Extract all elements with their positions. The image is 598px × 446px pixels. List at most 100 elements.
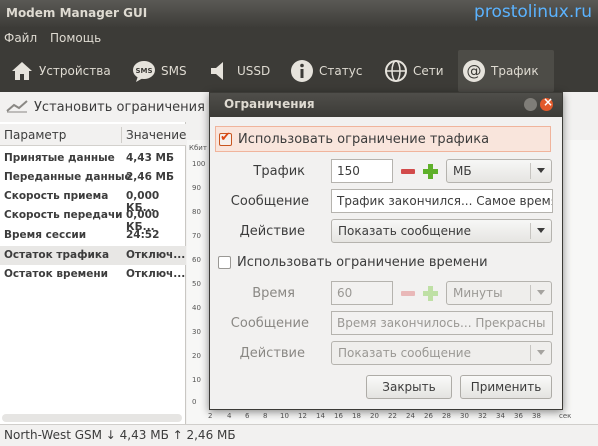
graph-x-tick: 8 [263,412,268,420]
row-param: Принятые данные [4,152,115,164]
traffic-action-select[interactable]: Показать сообщение [331,219,552,243]
time-action-select[interactable]: Показать сообщение [331,341,552,365]
select-separator [530,345,531,361]
status-text: North-West GSM ↓ 4,43 МБ ↑ 2,46 МБ [4,428,236,442]
table-row[interactable]: Время сессии 24:52 [0,226,186,245]
tab-ussd[interactable]: USSD [204,50,274,92]
graph-y-tick: 70 [192,232,201,240]
traffic-amount-field[interactable]: 150 [331,159,393,183]
graph-y-tick: 100 [192,160,206,168]
graph-x-tick: 32 [478,412,487,420]
row-param: Скорость передачи [4,209,123,221]
graph-y-tick: 10 [192,376,201,384]
chevron-down-icon [537,168,545,173]
graph-x-tick: 24 [406,412,415,420]
select-separator [530,285,531,301]
table-header: Параметр Значение [0,124,186,146]
tab-sms[interactable]: SMS SMS [128,50,191,92]
tab-traffic[interactable]: @ Трафик [458,50,554,92]
traffic-message-field[interactable]: Трафик закончился... Самое время [331,189,553,213]
minus-icon [401,168,415,174]
window-titlebar: Modem Manager GUI prostolinux.ru [0,0,598,28]
traffic-action-label: Действие [239,224,305,239]
time-limit-toggle[interactable]: Использовать ограничение времени [218,249,488,275]
time-unit-value: Минуты [453,286,503,300]
time-amount-field[interactable]: 60 [331,281,393,305]
column-value[interactable]: Значение [126,128,186,142]
set-limits-label: Установить ограничения [34,99,205,115]
traffic-limit-checkbox[interactable] [219,130,232,146]
site-watermark: prostolinux.ru [474,2,592,22]
tab-devices[interactable]: Устройства [6,50,115,92]
row-value: 4,43 МБ [126,152,175,164]
time-limit-label: Использовать ограничение времени [237,254,488,270]
time-decrement-button[interactable] [397,281,419,305]
menu-help[interactable]: Помощь [50,31,101,45]
ussd-speaker-icon [208,59,232,83]
chevron-down-icon [537,290,545,295]
time-unit-select[interactable]: Минуты [446,281,552,305]
row-param: Остаток трафика [4,249,110,261]
set-limits-button[interactable]: Установить ограничения [0,92,210,122]
table-row-selected[interactable]: Остаток трафика Отключ... [0,246,186,265]
tab-sms-label: SMS [161,64,187,78]
traffic-unit-select[interactable]: МБ [446,159,552,183]
graph-x-tick: 22 [388,412,397,420]
table-row[interactable]: Остаток времени Отключ... [0,265,186,284]
time-label: Время [252,286,295,301]
time-increment-button[interactable] [419,281,441,305]
table-row[interactable]: Скорость приема 0,000 КБ... [0,187,186,214]
row-value: Отключ... [126,249,186,261]
graph-x-tick: 34 [496,412,505,420]
column-separator [121,127,122,143]
tab-networks[interactable]: Сети [380,50,448,92]
minus-icon [401,290,415,296]
table-row[interactable]: Принятые данные 4,43 МБ [0,149,186,168]
tab-status[interactable]: Статус [286,50,366,92]
time-limit-checkbox[interactable] [218,255,231,269]
horizontal-scrollbar[interactable] [2,414,182,422]
graph-y-tick: 30 [192,328,201,336]
plus-icon [422,285,438,301]
column-parameter[interactable]: Параметр [4,128,66,142]
graph-y-tick: 0 [192,398,197,406]
traffic-limit-toggle[interactable]: Использовать ограничение трафика [215,126,551,152]
row-param: Время сессии [4,229,87,241]
time-message-field[interactable]: Время закончилось... Прекрасны [331,311,553,335]
home-icon [10,59,34,83]
traffic-label: Трафик [253,164,305,179]
row-param: Переданные данные [4,171,132,183]
graph-x-tick: 18 [352,412,361,420]
svg-text:@: @ [467,62,482,80]
graph-x-tick: 38 [532,412,541,420]
time-action-label: Действие [239,346,305,361]
graph-x-tick: 36 [514,412,523,420]
traffic-limit-label: Использовать ограничение трафика [238,131,490,147]
time-message-label: Сообщение [230,316,309,331]
tab-devices-label: Устройства [39,64,111,78]
chart-trend-icon [6,99,28,116]
graph-x-tick: 16 [334,412,343,420]
apply-button[interactable]: Применить [460,375,552,399]
graph-y-tick: 80 [192,208,201,216]
graph-x-unit: сек [559,412,572,420]
row-param: Скорость приема [4,190,109,202]
tab-ussd-label: USSD [237,64,271,78]
minimize-icon[interactable] [524,98,537,111]
close-icon[interactable] [540,95,553,111]
menu-file[interactable]: Файл [4,31,37,45]
tab-traffic-label: Трафик [491,64,539,78]
table-row[interactable]: Скорость передачи 0,000 КБ... [0,206,186,233]
row-value: 2,46 МБ [126,171,175,183]
graph-y-tick: 40 [192,304,201,312]
row-value: Отключ... [126,268,186,280]
status-bar: North-West GSM ↓ 4,43 МБ ↑ 2,46 МБ [0,424,598,446]
traffic-increment-button[interactable] [419,159,441,183]
graph-x-tick: 26 [424,412,433,420]
traffic-decrement-button[interactable] [397,159,419,183]
table-row[interactable]: Переданные данные 2,46 МБ [0,168,186,187]
traffic-unit-value: МБ [453,164,472,178]
svg-text:SMS: SMS [135,67,152,75]
close-button[interactable]: Закрыть [366,375,452,399]
dialog-titlebar: Ограничения [210,93,562,117]
